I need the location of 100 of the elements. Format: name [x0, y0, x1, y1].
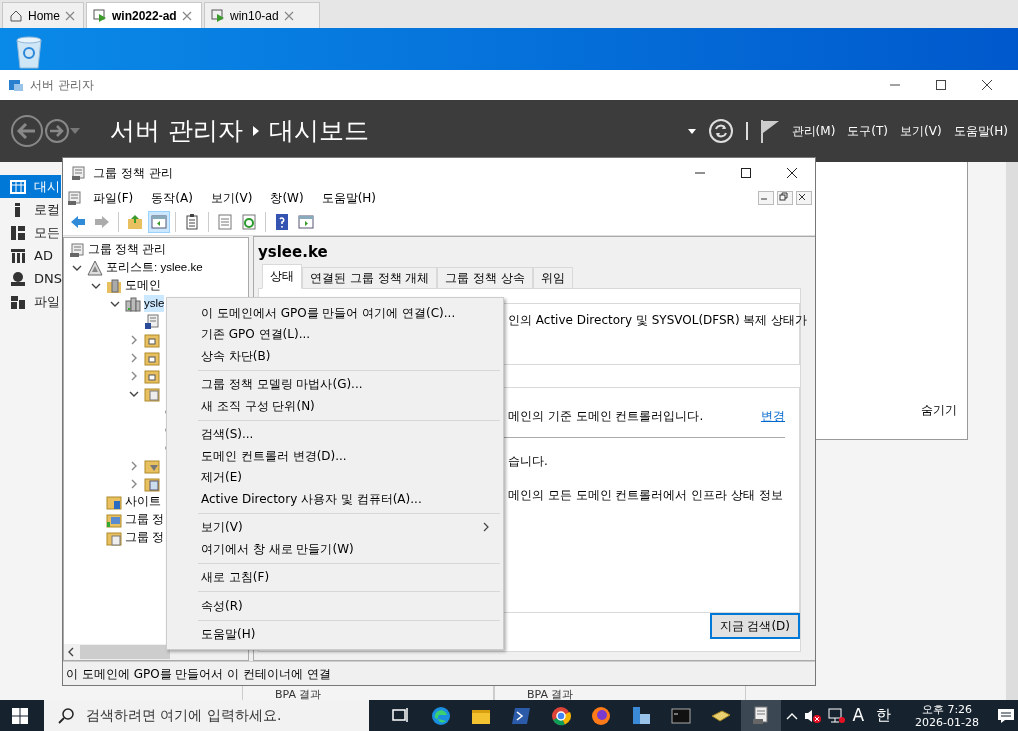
folder-icon[interactable]	[144, 349, 160, 366]
sidebar-item[interactable]: AD	[0, 244, 61, 267]
menu-item[interactable]: 보기(V)	[202, 188, 261, 207]
tree-item[interactable]: ysle	[144, 295, 165, 313]
tab[interactable]: 그룹 정책 상속	[437, 266, 534, 289]
menu-item[interactable]: 관리(M)	[791, 122, 836, 140]
tab[interactable]: 연결된 그룹 정책 개체	[302, 266, 438, 289]
folder-icon	[106, 529, 122, 546]
terminal-icon	[511, 705, 531, 726]
dashboard-icon	[10, 178, 26, 195]
close-icon[interactable]	[283, 10, 294, 21]
tree-item[interactable]: 포리스트: yslee.ke	[106, 259, 203, 277]
help-icon	[273, 212, 291, 231]
browser-tab[interactable]: Home	[2, 2, 84, 28]
sidebar-item[interactable]: 로컬	[0, 198, 61, 221]
scroll-icon	[69, 241, 85, 258]
menu-item[interactable]: 도움말(H)	[313, 188, 385, 207]
menu-item[interactable]: 도메인 컨트롤러 변경(D)...	[170, 445, 500, 467]
menu-item[interactable]: 새 조직 구성 단위(N)	[170, 395, 500, 417]
folder-icon[interactable]	[144, 457, 160, 474]
tree-item[interactable]: 사이트	[125, 493, 161, 511]
menu-item[interactable]: 그룹 정책 모델링 마법사(G)...	[170, 373, 500, 395]
menu-item[interactable]: 보기(V)	[900, 122, 942, 140]
menu-item[interactable]: 도움말(H)	[953, 122, 1008, 140]
status-text: 습니다.	[508, 452, 548, 470]
menu-item[interactable]: 도구(T)	[847, 122, 889, 140]
taskbar-button[interactable]	[741, 700, 781, 731]
menu-item[interactable]: 기존 GPO 연결(L)...	[170, 323, 500, 345]
browser-tab[interactable]: win10-ad	[204, 2, 320, 28]
status-text: 인의 Active Directory 및 SYSVOL(DFSR) 복제 상태가	[508, 311, 808, 329]
document-icon[interactable]	[144, 313, 160, 330]
tree-item[interactable]: 그룹 정	[125, 511, 165, 529]
maximize-icon	[935, 79, 947, 91]
scroll-icon[interactable]	[67, 189, 83, 206]
vm-icon	[211, 8, 225, 23]
menu-item[interactable]: 도움말(H)	[170, 623, 500, 645]
maximize-icon	[740, 166, 752, 179]
close-icon[interactable]	[181, 10, 192, 21]
menu-item[interactable]: 제거(E)	[170, 466, 500, 488]
browser-icon	[431, 705, 451, 726]
folder-icon	[106, 277, 122, 294]
menu-item[interactable]: 동작(A)	[143, 188, 201, 207]
tree-item[interactable]: 도메인	[125, 277, 161, 295]
terminal-icon	[671, 705, 691, 726]
browser-icon	[591, 705, 611, 726]
search-icon	[58, 707, 74, 724]
hangul-indicator[interactable]: 한	[876, 704, 892, 727]
back-button[interactable]	[10, 114, 44, 148]
scroll-icon	[751, 705, 771, 726]
menu-item[interactable]: 여기에서 창 새로 만들기(W)	[170, 538, 500, 560]
change-link[interactable]: 변경	[761, 406, 785, 425]
tree-item[interactable]: 그룹 정	[125, 529, 165, 547]
close-icon	[786, 166, 798, 179]
scrollbar[interactable]	[1006, 162, 1018, 700]
flag-icon[interactable]	[759, 119, 780, 143]
folder-icon[interactable]	[144, 475, 160, 492]
refresh-icon[interactable]	[707, 118, 734, 144]
scroll-icon	[71, 164, 87, 181]
search-now-button[interactable]: 지금 검색(D)	[709, 612, 800, 639]
menu-item[interactable]: Active Directory 사용자 및 컴퓨터(A)...	[170, 488, 500, 510]
recycle-bin-icon[interactable]	[14, 36, 44, 70]
sidebar-item[interactable]: 모든	[0, 221, 61, 244]
close-button[interactable]	[796, 190, 812, 205]
tab[interactable]: 상태	[262, 263, 302, 289]
forward-button[interactable]	[44, 118, 70, 144]
window-title: 서버 관리자	[30, 77, 94, 94]
close-icon[interactable]	[65, 10, 75, 21]
menu-item[interactable]: 검색(S)...	[170, 423, 500, 445]
input-mode-indicator[interactable]: A	[852, 702, 865, 729]
all-icon	[10, 224, 26, 241]
sidebar-item[interactable]: 파일	[0, 290, 61, 313]
clock[interactable]: 오후 7:26 2026-01-28	[915, 702, 979, 729]
menu-item[interactable]: 이 도메인에서 GPO를 만들어 여기에 연결(C)...	[170, 302, 500, 324]
triangle-icon	[87, 259, 103, 276]
server-manager-icon	[8, 77, 24, 93]
tab[interactable]: 위임	[533, 266, 574, 289]
building-icon	[125, 295, 141, 312]
folder-icon	[106, 493, 122, 510]
ad-icon	[10, 247, 26, 264]
menu-item[interactable]: 새로 고침(F)	[170, 566, 500, 588]
search-field[interactable]: 검색하려면 여기에 입력하세요.	[44, 700, 369, 731]
breadcrumb-item[interactable]: 서버 관리자	[110, 112, 243, 150]
network-icon[interactable]	[828, 707, 847, 724]
browser-tab[interactable]: win2022-ad	[86, 2, 202, 28]
speaker-muted-icon[interactable]	[804, 707, 823, 724]
notification-icon[interactable]	[997, 707, 1015, 724]
menu-item[interactable]: 창(W)	[262, 188, 312, 207]
menu-item[interactable]: 파일(F)	[85, 188, 142, 207]
chevron-up-icon[interactable]	[786, 711, 799, 720]
status-bar-text: 이 도메인에 GPO를 만들어서 이 컨테이너에 연결	[66, 665, 331, 683]
sidebar-item[interactable]: 대시	[0, 175, 61, 198]
hide-link[interactable]: 숨기기	[921, 401, 957, 419]
sidebar-item[interactable]: DNS	[0, 267, 61, 290]
dropdown-icon[interactable]	[687, 128, 696, 134]
menu-item[interactable]: 상속 차단(B)	[170, 345, 500, 367]
tree-item[interactable]: 그룹 정책 관리	[88, 241, 167, 259]
menu-item[interactable]: 보기(V)	[170, 516, 500, 538]
menu-item[interactable]: 속성(R)	[170, 595, 500, 617]
minimize-button[interactable]	[758, 190, 774, 205]
restore-button[interactable]	[777, 190, 793, 205]
